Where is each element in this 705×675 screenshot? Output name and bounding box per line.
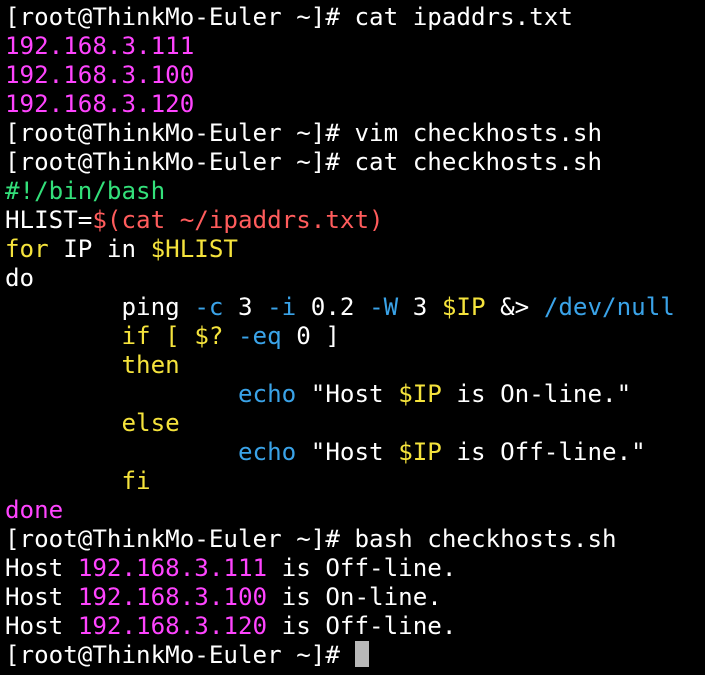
script-line: do: [5, 264, 705, 293]
code-text: 0 ]: [281, 322, 340, 350]
command-line: [root@ThinkMo-Euler ~]# cat ipaddrs.txt: [5, 3, 705, 32]
result-status: is Off-line.: [267, 612, 457, 640]
result-prefix: Host: [5, 583, 78, 611]
builtin-command: echo: [238, 438, 297, 466]
text-cursor[interactable]: [354, 641, 369, 667]
output-line: 192.168.3.111: [5, 32, 705, 61]
variable-name: HLIST=: [5, 206, 93, 234]
command-text: bash checkhosts.sh: [339, 525, 617, 553]
script-line: for IP in $HLIST: [5, 235, 705, 264]
string-text: "Host: [296, 380, 399, 408]
code-text: ping: [5, 293, 195, 321]
shell-prompt: [root@ThinkMo-Euler ~]#: [5, 119, 340, 147]
command-line: [root@ThinkMo-Euler ~]# cat checkhosts.s…: [5, 148, 705, 177]
script-line: else: [5, 409, 705, 438]
code-text: 3: [223, 293, 268, 321]
keyword: for: [5, 235, 49, 263]
terminal-window[interactable]: [root@ThinkMo-Euler ~]# cat ipaddrs.txt …: [0, 0, 705, 675]
string-text: "Host: [296, 438, 399, 466]
string-text: is On-line.": [441, 380, 632, 408]
shell-prompt: [root@ThinkMo-Euler ~]#: [5, 3, 340, 31]
keyword: then: [121, 351, 180, 379]
code-text: IP in: [48, 235, 151, 263]
ip-address: 192.168.3.120: [5, 90, 195, 118]
shebang: #!/bin/bash: [5, 177, 166, 205]
option-flag: -i: [267, 293, 297, 321]
command-text: cat ipaddrs.txt: [339, 3, 573, 31]
keyword: else: [121, 409, 180, 437]
code-text: 3: [398, 293, 442, 321]
script-line: fi: [5, 467, 705, 496]
result-prefix: Host: [5, 554, 78, 582]
script-line: done: [5, 496, 705, 525]
option-flag: -W: [369, 293, 399, 321]
shell-prompt: [root@ThinkMo-Euler ~]#: [5, 148, 340, 176]
script-line: #!/bin/bash: [5, 177, 705, 206]
command-line: [root@ThinkMo-Euler ~]# vim checkhosts.s…: [5, 119, 705, 148]
result-ip: 192.168.3.111: [77, 554, 268, 582]
script-line: echo "Host $IP is On-line.": [5, 380, 705, 409]
script-line: then: [5, 351, 705, 380]
code-text: &>: [485, 293, 544, 321]
result-status: is Off-line.: [267, 554, 457, 582]
option-flag: -c: [194, 293, 224, 321]
variable-ref: $IP: [398, 438, 442, 466]
script-line: ping -c 3 -i 0.2 -W 3 $IP &> /dev/null: [5, 293, 705, 322]
output-line: Host 192.168.3.120 is Off-line.: [5, 612, 705, 641]
script-line: echo "Host $IP is Off-line.": [5, 438, 705, 467]
variable-ref: $IP: [398, 380, 442, 408]
result-ip: 192.168.3.120: [77, 612, 268, 640]
option-flag: -eq: [223, 322, 282, 350]
keyword: do: [5, 264, 35, 292]
ip-address: 192.168.3.100: [5, 61, 195, 89]
ip-address: 192.168.3.111: [5, 32, 195, 60]
keyword: done: [5, 496, 64, 524]
command-line: [root@ThinkMo-Euler ~]# bash checkhosts.…: [5, 525, 705, 554]
keyword: if [: [121, 322, 195, 350]
script-line: if [ $? -eq 0 ]: [5, 322, 705, 351]
output-line: 192.168.3.120: [5, 90, 705, 119]
script-line: HLIST=$(cat ~/ipaddrs.txt): [5, 206, 705, 235]
keyword: fi: [121, 467, 151, 495]
result-ip: 192.168.3.100: [77, 583, 268, 611]
output-line: Host 192.168.3.111 is Off-line.: [5, 554, 705, 583]
command-text: vim checkhosts.sh: [339, 119, 603, 147]
command-substitution: $(cat ~/ipaddrs.txt): [92, 206, 384, 234]
command-text: cat checkhosts.sh: [339, 148, 603, 176]
builtin-command: echo: [238, 380, 297, 408]
code-text: 0.2: [296, 293, 370, 321]
shell-prompt: [root@ThinkMo-Euler ~]#: [5, 641, 340, 669]
variable-ref: $HLIST: [150, 235, 238, 263]
variable-ref: $IP: [441, 293, 486, 321]
result-status: is On-line.: [267, 583, 442, 611]
result-prefix: Host: [5, 612, 78, 640]
command-line[interactable]: [root@ThinkMo-Euler ~]#: [5, 641, 705, 670]
variable-ref: $?: [194, 322, 224, 350]
output-line: 192.168.3.100: [5, 61, 705, 90]
path-text: /dev/null: [543, 293, 675, 321]
output-line: Host 192.168.3.100 is On-line.: [5, 583, 705, 612]
string-text: is Off-line.": [441, 438, 646, 466]
shell-prompt: [root@ThinkMo-Euler ~]#: [5, 525, 340, 553]
